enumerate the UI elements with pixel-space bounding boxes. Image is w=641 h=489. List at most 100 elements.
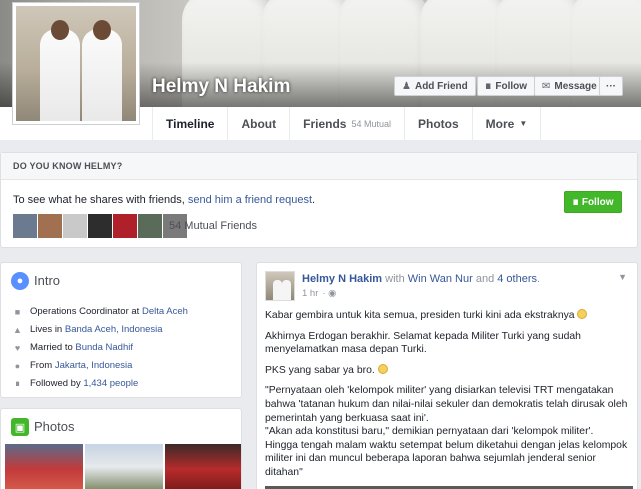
post-and-text: and bbox=[472, 273, 498, 285]
profile-photo bbox=[16, 6, 136, 121]
follow-label: Follow bbox=[495, 80, 528, 92]
intro-item-married: ♥ Married to Bunda Nadhif bbox=[13, 342, 133, 353]
photos-box: ▣ Photos bbox=[0, 408, 242, 489]
know-text: To see what he shares with friends, send… bbox=[13, 194, 315, 206]
mutual-friend-avatar[interactable] bbox=[138, 214, 162, 238]
photo-head bbox=[93, 20, 111, 40]
avatar-person bbox=[273, 280, 282, 300]
post-line: Akhirnya Erdogan berakhir. Selamat kepad… bbox=[265, 330, 581, 356]
know-heading: DO YOU KNOW HELMY? bbox=[1, 153, 637, 180]
intro-title: Intro bbox=[34, 273, 61, 288]
post-line: "Akan ada konstitusi baru," demikian per… bbox=[265, 426, 594, 438]
intro-prefix: Married to bbox=[30, 342, 76, 353]
more-options-button[interactable]: ··· bbox=[599, 76, 623, 96]
home-icon: ▲ bbox=[13, 324, 22, 335]
mutual-count: 54 Mutual bbox=[351, 118, 391, 129]
post-author-link[interactable]: Helmy N Hakim bbox=[302, 273, 382, 285]
message-button[interactable]: ✉ Message bbox=[534, 76, 605, 96]
intro-item-lives: ▲ Lives in Banda Aceh, Indonesia bbox=[13, 324, 163, 335]
rss-icon: ∎ bbox=[572, 196, 579, 208]
smile-emoji-icon bbox=[577, 309, 588, 319]
intro-link[interactable]: Bunda Nadhif bbox=[75, 342, 133, 353]
rss-icon: ∎ bbox=[485, 80, 492, 92]
photo-thumbnail[interactable] bbox=[165, 444, 241, 489]
message-icon: ✉ bbox=[542, 80, 551, 92]
tab-more[interactable]: More ▼ bbox=[473, 107, 542, 140]
tab-label: More bbox=[485, 116, 515, 131]
briefcase-icon: ■ bbox=[14, 306, 21, 317]
intro-item-followers: ∎ Followed by 1,434 people bbox=[13, 378, 139, 389]
profile-name[interactable]: Helmy N Hakim bbox=[152, 76, 290, 98]
add-friend-button[interactable]: ♟ Add Friend bbox=[394, 76, 476, 96]
mutual-friends-thumbs bbox=[13, 214, 187, 238]
follow-button[interactable]: ∎ Follow bbox=[477, 76, 536, 96]
photo-person bbox=[82, 29, 122, 121]
photo-icon: ▣ bbox=[11, 418, 29, 436]
rss-icon: ∎ bbox=[14, 378, 21, 388]
mutual-friend-avatar[interactable] bbox=[113, 214, 137, 238]
post-line: Hingga tengah malam waktu setempat belum… bbox=[265, 439, 628, 478]
post-time-label: 1 hr bbox=[302, 288, 319, 299]
follow-green-button[interactable]: ∎ Follow bbox=[564, 191, 622, 213]
post-body: Kabar gembira untuk kita semua, presiden… bbox=[265, 309, 633, 480]
post-others-link[interactable]: 4 others bbox=[497, 273, 537, 285]
heart-icon: ♥ bbox=[14, 342, 21, 353]
globe-icon: · ◉ bbox=[322, 288, 337, 299]
tab-photos[interactable]: Photos bbox=[405, 107, 473, 140]
intro-prefix: From bbox=[30, 360, 55, 371]
tab-about[interactable]: About bbox=[228, 107, 291, 140]
know-box: DO YOU KNOW HELMY? To see what he shares… bbox=[0, 152, 638, 248]
post-timestamp[interactable]: 1 hr · ◉ bbox=[302, 288, 336, 299]
mutual-friend-avatar[interactable] bbox=[88, 214, 112, 238]
photo-person bbox=[40, 29, 80, 121]
message-label: Message bbox=[554, 80, 597, 92]
add-friend-icon: ♟ bbox=[402, 80, 411, 92]
follow-green-label: Follow bbox=[581, 196, 614, 208]
mutual-friend-avatar[interactable] bbox=[13, 214, 37, 238]
profile-picture[interactable] bbox=[12, 2, 140, 125]
post-line: PKS yang sabar ya bro. bbox=[265, 364, 375, 376]
intro-link[interactable]: Delta Aceh bbox=[142, 306, 188, 317]
post-with-text: with bbox=[382, 273, 408, 285]
intro-link[interactable]: Banda Aceh, Indonesia bbox=[65, 324, 163, 335]
intro-prefix: Followed by bbox=[30, 378, 84, 389]
know-text-prefix: To see what he shares with friends, bbox=[13, 194, 188, 206]
photo-head bbox=[51, 20, 69, 40]
avatar-person bbox=[282, 280, 291, 300]
chevron-down-icon[interactable]: ▼ bbox=[618, 272, 627, 282]
more-options-label: ··· bbox=[606, 80, 616, 92]
intro-link[interactable]: Jakarta, Indonesia bbox=[55, 360, 133, 371]
add-friend-label: Add Friend bbox=[414, 80, 468, 92]
mutual-friend-avatar[interactable] bbox=[38, 214, 62, 238]
photos-title[interactable]: Photos bbox=[34, 419, 74, 434]
tab-timeline[interactable]: Timeline bbox=[152, 107, 229, 140]
smile-emoji-icon bbox=[377, 363, 388, 374]
tab-friends[interactable]: Friends 54 Mutual bbox=[290, 107, 405, 140]
intro-box: ● Intro ■ Operations Coordinator at Delt… bbox=[0, 262, 242, 398]
feed-post: Helmy N Hakim with Win Wan Nur and 4 oth… bbox=[256, 262, 638, 489]
post-line: Kabar gembira untuk kita semua, presiden… bbox=[265, 310, 575, 321]
globe-icon: ● bbox=[11, 272, 29, 290]
friend-request-link[interactable]: send him a friend request bbox=[188, 194, 312, 206]
tab-label: Timeline bbox=[166, 116, 215, 131]
chevron-down-icon: ▼ bbox=[519, 119, 528, 128]
tab-label: About bbox=[241, 116, 277, 131]
photo-thumbnail[interactable] bbox=[5, 444, 83, 489]
photo-thumbnail[interactable] bbox=[85, 444, 163, 489]
post-tagged-link[interactable]: Win Wan Nur bbox=[408, 273, 473, 285]
location-pin-icon: ● bbox=[14, 360, 21, 371]
tab-label: Friends bbox=[303, 116, 347, 131]
intro-link[interactable]: 1,434 people bbox=[83, 378, 138, 389]
mutual-friend-avatar[interactable] bbox=[63, 214, 87, 238]
intro-prefix: Operations Coordinator at bbox=[30, 306, 142, 317]
intro-item-work: ■ Operations Coordinator at Delta Aceh bbox=[13, 306, 188, 317]
know-text-suffix: . bbox=[312, 194, 316, 206]
intro-item-from: ● From Jakarta, Indonesia bbox=[13, 360, 133, 371]
mutual-friends-label[interactable]: 54 Mutual Friends bbox=[169, 220, 257, 232]
post-line: "Pernyataan oleh 'kelompok militer' yang… bbox=[265, 385, 628, 424]
profile-nav: Timeline About Friends 54 Mutual Photos … bbox=[152, 107, 641, 140]
post-period: . bbox=[537, 273, 541, 285]
intro-prefix: Lives in bbox=[30, 324, 65, 335]
tab-label: Photos bbox=[418, 116, 459, 131]
post-author-avatar[interactable] bbox=[265, 271, 295, 301]
